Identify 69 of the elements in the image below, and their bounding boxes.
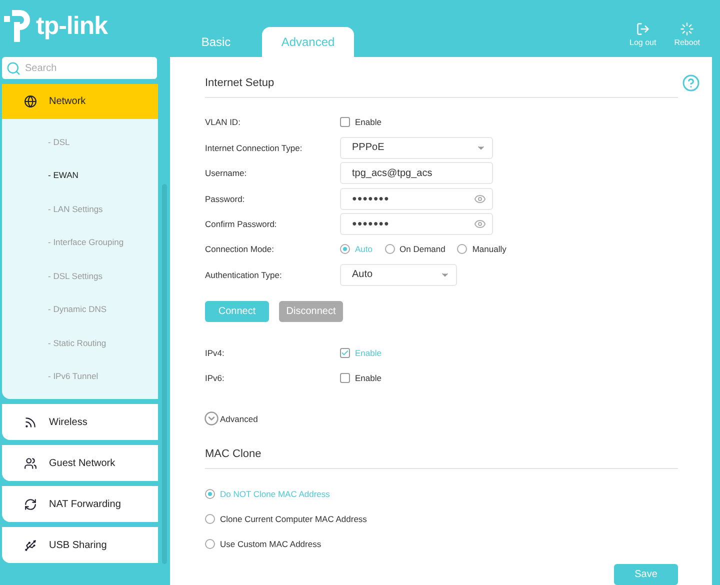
radio-button[interactable]	[205, 514, 215, 524]
field-label: Username:	[205, 168, 248, 178]
refresh-icon	[24, 498, 37, 510]
tab[interactable]: Advanced	[262, 27, 354, 57]
signal-icon	[24, 416, 37, 428]
submenu-item[interactable]: - IPv6 Tunnel	[2, 360, 158, 393]
field-label: VLAN ID:	[205, 117, 242, 128]
section-title: Internet Setup	[205, 77, 678, 98]
radio-label: Manually	[472, 244, 506, 254]
eye-icon[interactable]	[474, 192, 486, 205]
radio-button[interactable]	[205, 539, 215, 550]
advanced-toggle[interactable]: Advanced	[204, 411, 258, 426]
field-label: Authentication Type:	[205, 270, 283, 280]
reboot-button[interactable]: Reboot	[674, 22, 700, 47]
field-label: IPv4:	[205, 348, 226, 358]
help-icon[interactable]	[682, 74, 700, 92]
radio-label: Use Custom MAC Address	[220, 539, 322, 550]
checkbox-label: Enable	[355, 117, 382, 128]
usb-icon	[24, 538, 37, 552]
radio-button[interactable]	[384, 244, 394, 254]
sidebar-item[interactable]: NAT Forwarding	[2, 486, 158, 522]
checkbox-label: Enable	[355, 348, 382, 358]
connect-button[interactable]: Connect	[205, 301, 269, 322]
submenu-item[interactable]: - EWAN	[2, 158, 158, 192]
sidebar-item[interactable]: USB Sharing	[2, 527, 158, 563]
radio-label: Clone Current Computer MAC Address	[220, 514, 367, 524]
tab[interactable]: Basic	[170, 27, 262, 57]
save-button[interactable]: Save	[614, 564, 678, 585]
radio-label: Auto	[355, 244, 372, 254]
select-field[interactable]: PPPoE	[340, 136, 493, 159]
eye-icon[interactable]	[474, 218, 486, 230]
logo-icon	[2, 8, 32, 44]
checkbox[interactable]	[340, 373, 350, 384]
checkbox[interactable]	[340, 117, 350, 128]
field-label: Password:	[205, 194, 246, 204]
sidebar-item[interactable]: Wireless	[2, 404, 158, 440]
search-icon	[6, 61, 21, 76]
checkbox[interactable]	[340, 348, 350, 358]
sidebar-item[interactable]: Guest Network	[2, 445, 158, 481]
section-title: MAC Clone	[205, 448, 678, 469]
submenu-item[interactable]: - DSL Settings	[2, 259, 158, 292]
sidebar-item[interactable]: Network	[2, 84, 158, 119]
chevron-down-icon	[204, 411, 219, 426]
submenu-item[interactable]: - LAN Settings	[2, 192, 158, 226]
globe-icon	[24, 95, 37, 108]
radio-button[interactable]	[205, 488, 215, 499]
radio-label: Do NOT Clone MAC Address	[220, 488, 330, 499]
submenu-item[interactable]: - DSL	[2, 125, 158, 158]
logo: tp-link	[2, 8, 108, 44]
field-label: Connection Mode:	[205, 244, 275, 254]
users-icon	[24, 456, 37, 470]
input-field[interactable]: tpg_acs@tpg_acs	[340, 162, 493, 184]
radio-button[interactable]	[457, 244, 468, 254]
password-field[interactable]: ●●●●●●●	[340, 188, 493, 210]
radio-label: On Demand	[400, 244, 446, 254]
radio-button[interactable]	[340, 244, 350, 254]
field-label: Confirm Password:	[205, 218, 278, 229]
field-label: IPv6:	[205, 373, 226, 384]
checkbox-label: Enable	[355, 373, 382, 384]
submenu-item[interactable]: - Interface Grouping	[2, 226, 158, 259]
reboot-icon	[680, 22, 694, 36]
password-field[interactable]: ●●●●●●●	[340, 212, 493, 235]
logout-icon	[636, 22, 650, 36]
select-field[interactable]: Auto	[340, 264, 457, 286]
field-label: Internet Connection Type:	[205, 142, 304, 153]
search-field[interactable]: Search	[2, 57, 157, 79]
submenu-item[interactable]: - Dynamic DNS	[2, 292, 158, 326]
logout-button[interactable]: Log out	[630, 22, 656, 47]
submenu-item[interactable]: - Static Routing	[2, 326, 158, 360]
